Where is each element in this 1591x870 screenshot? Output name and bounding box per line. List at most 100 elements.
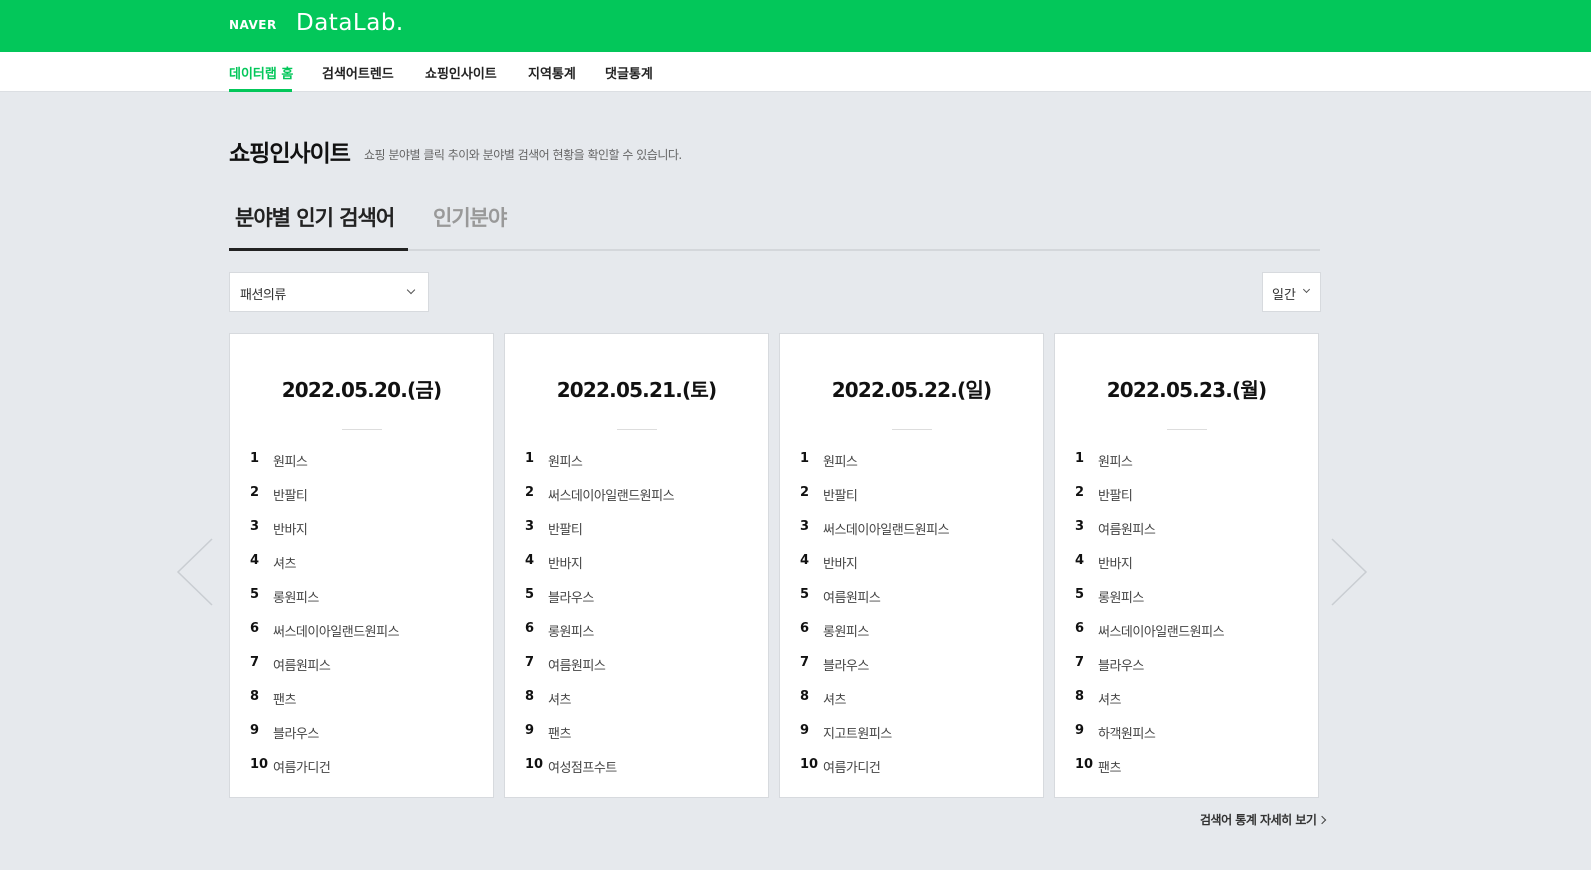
- rank-item[interactable]: 2 반팔티: [250, 485, 399, 519]
- rank-item[interactable]: 6 롱원피스: [800, 621, 949, 655]
- rank-item[interactable]: 1 원피스: [525, 451, 674, 485]
- rank-number: 10: [800, 757, 819, 772]
- rank-item[interactable]: 8 셔츠: [525, 689, 674, 723]
- rank-keyword: 셔츠: [548, 693, 571, 708]
- rank-item[interactable]: 10 여름가디건: [800, 757, 949, 791]
- tab-category-popular-keywords[interactable]: 분야별 인기 검색어: [235, 202, 395, 232]
- rank-item[interactable]: 10 여성점프수트: [525, 757, 674, 791]
- rank-keyword: 지고트원피스: [823, 727, 892, 742]
- chevron-right-icon: [1318, 815, 1327, 825]
- nav-item-search-trend[interactable]: 검색어트렌드: [322, 63, 394, 82]
- card-divider: [617, 429, 657, 430]
- rank-item[interactable]: 8 셔츠: [1075, 689, 1224, 723]
- rank-item[interactable]: 4 반바지: [525, 553, 674, 587]
- rank-keyword: 롱원피스: [548, 625, 594, 640]
- rank-item[interactable]: 5 롱원피스: [250, 587, 399, 621]
- rank-item[interactable]: 2 반팔티: [1075, 485, 1224, 519]
- rank-keyword: 여성점프수트: [548, 761, 617, 776]
- rank-keyword: 써스데이아일랜드원피스: [1098, 625, 1225, 640]
- nav-item-regional-stats[interactable]: 지역통계: [528, 63, 576, 82]
- rank-keyword: 팬츠: [548, 727, 571, 742]
- rank-item[interactable]: 9 지고트원피스: [800, 723, 949, 757]
- rank-item[interactable]: 9 팬츠: [525, 723, 674, 757]
- rank-list: 1 원피스 2 써스데이아일랜드원피스 3 반팔티 4 반바지 5 블라우스 6 롱원피스 7 여름원피스…: [525, 451, 675, 791]
- rank-item[interactable]: 5 블라우스: [525, 587, 674, 621]
- rank-item[interactable]: 6 써스데이아일랜드원피스: [250, 621, 400, 655]
- rank-number: 8: [250, 689, 260, 704]
- rank-number: 4: [1075, 553, 1085, 568]
- rank-keyword: 여름원피스: [273, 659, 331, 674]
- rank-item[interactable]: 8 팬츠: [250, 689, 399, 723]
- rank-item[interactable]: 2 써스데이아일랜드원피스: [525, 485, 675, 519]
- rank-item[interactable]: 9 블라우스: [250, 723, 399, 757]
- rank-item[interactable]: 7 블라우스: [1075, 655, 1224, 689]
- rank-number: 9: [1075, 723, 1085, 738]
- rank-item[interactable]: 4 반바지: [800, 553, 949, 587]
- rank-keyword: 반팔티: [548, 523, 583, 538]
- naver-logo[interactable]: NAVER: [229, 18, 277, 32]
- chevron-left-icon[interactable]: [168, 537, 218, 607]
- rank-item[interactable]: 1 원피스: [1075, 451, 1224, 485]
- chevron-right-icon[interactable]: [1326, 537, 1376, 607]
- rank-number: 2: [250, 485, 260, 500]
- period-select-value: 일간: [1272, 288, 1296, 303]
- card-date: 2022.05.20.(금): [281, 378, 442, 402]
- rank-number: 6: [250, 621, 260, 636]
- rank-keyword: 반팔티: [1098, 489, 1133, 504]
- search-stats-detail-link[interactable]: 검색어 통계 자세히 보기: [1200, 811, 1327, 828]
- category-select[interactable]: 패션의류: [229, 272, 429, 312]
- rank-keyword: 롱원피스: [823, 625, 869, 640]
- rank-item[interactable]: 1 원피스: [800, 451, 949, 485]
- nav-item-shopping-insight[interactable]: 쇼핑인사이트: [425, 63, 497, 82]
- rank-item[interactable]: 1 원피스: [250, 451, 399, 485]
- page-title: 쇼핑인사이트: [229, 141, 351, 167]
- rank-number: 7: [250, 655, 260, 670]
- rank-keyword: 셔츠: [1098, 693, 1121, 708]
- rank-keyword: 셔츠: [273, 557, 296, 572]
- rank-item[interactable]: 5 롱원피스: [1075, 587, 1224, 621]
- rank-item[interactable]: 7 여름원피스: [250, 655, 399, 689]
- rank-item[interactable]: 6 써스데이아일랜드원피스: [1075, 621, 1225, 655]
- rank-item[interactable]: 4 셔츠: [250, 553, 399, 587]
- card-date: 2022.05.22.(일): [831, 378, 992, 402]
- rank-item[interactable]: 3 반팔티: [525, 519, 674, 553]
- rank-item[interactable]: 9 하객원피스: [1075, 723, 1224, 757]
- rank-item[interactable]: 10 팬츠: [1075, 757, 1224, 791]
- rank-item[interactable]: 8 셔츠: [800, 689, 949, 723]
- chevron-down-icon: [1302, 285, 1311, 294]
- card-date: 2022.05.21.(토): [556, 378, 717, 402]
- rank-item[interactable]: 3 여름원피스: [1075, 519, 1224, 553]
- rank-item[interactable]: 4 반바지: [1075, 553, 1224, 587]
- rank-number: 9: [525, 723, 535, 738]
- rank-item[interactable]: 3 써스데이아일랜드원피스: [800, 519, 950, 553]
- rank-number: 1: [1075, 451, 1085, 466]
- rank-number: 6: [800, 621, 810, 636]
- rank-number: 4: [525, 553, 535, 568]
- rank-number: 3: [1075, 519, 1085, 534]
- nav-item-datalab-home[interactable]: 데이터랩 홈: [229, 63, 293, 82]
- rank-keyword: 반팔티: [823, 489, 858, 504]
- rank-number: 5: [1075, 587, 1085, 602]
- rank-keyword: 반바지: [823, 557, 858, 572]
- rank-number: 8: [800, 689, 810, 704]
- nav-item-comment-stats[interactable]: 댓글통계: [605, 63, 653, 82]
- rank-list: 1 원피스 2 반팔티 3 반바지 4 셔츠 5 롱원피스 6 써스데이아일랜드원피스 7 여름원피스 8 팬…: [250, 451, 400, 791]
- rank-item[interactable]: 3 반바지: [250, 519, 399, 553]
- rank-keyword: 원피스: [273, 455, 308, 470]
- rank-keyword: 써스데이아일랜드원피스: [273, 625, 400, 640]
- rank-keyword: 써스데이아일랜드원피스: [548, 489, 675, 504]
- rank-number: 1: [525, 451, 535, 466]
- datalab-logo[interactable]: DataLab.: [296, 10, 404, 36]
- rank-item[interactable]: 5 여름원피스: [800, 587, 949, 621]
- period-select[interactable]: 일간: [1262, 272, 1321, 312]
- rank-item[interactable]: 7 여름원피스: [525, 655, 674, 689]
- rank-item[interactable]: 6 롱원피스: [525, 621, 674, 655]
- tab-popular-categories[interactable]: 인기분야: [433, 202, 507, 232]
- rank-item[interactable]: 7 블라우스: [800, 655, 949, 689]
- rank-list: 1 원피스 2 반팔티 3 여름원피스 4 반바지 5 롱원피스 6 써스데이아일랜드원피스 7 블라우스…: [1075, 451, 1225, 791]
- rank-item[interactable]: 10 여름가디건: [250, 757, 399, 791]
- rank-number: 4: [250, 553, 260, 568]
- rank-item[interactable]: 2 반팔티: [800, 485, 949, 519]
- rank-number: 1: [250, 451, 260, 466]
- rank-keyword: 반바지: [273, 523, 308, 538]
